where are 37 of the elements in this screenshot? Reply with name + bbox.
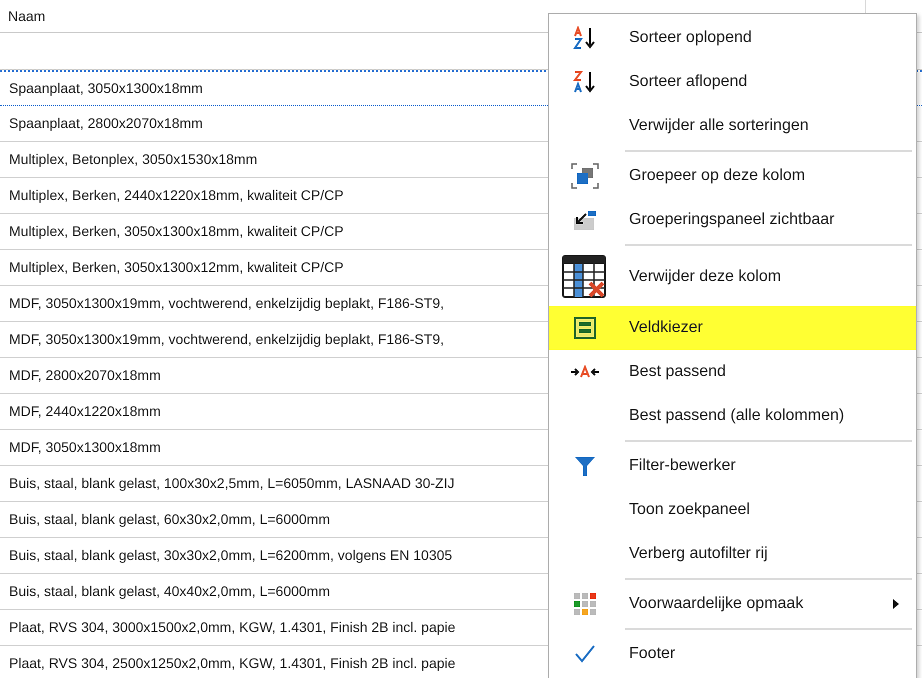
table-cell-text: MDF, 3050x1300x19mm, vochtwerend, enkelzijdig beplakt, F186-ST9, xyxy=(8,330,444,349)
table-cell-text: MDF, 2440x1220x18mm xyxy=(8,402,161,421)
table-cell-text: Spaanplaat, 2800x2070x18mm xyxy=(8,114,203,133)
table-cell-text: MDF, 3050x1300x19mm, vochtwerend, enkelzijdig beplakt, F186-ST9, xyxy=(8,294,444,313)
table-cell-text: Plaat, RVS 304, 3000x1500x2,0mm, KGW, 1.4301, Finish 2B incl. papie xyxy=(8,618,456,637)
group-panel-icon xyxy=(572,208,598,232)
table-cell-text: Buis, staal, blank gelast, 60x30x2,0mm, L=6000mm xyxy=(8,510,330,529)
menu-item[interactable]: Toon zoekpaneel xyxy=(549,488,916,532)
menu-item[interactable]: Verwijder alle sorteringen xyxy=(549,104,916,148)
menu-item[interactable]: Sorteer aflopend xyxy=(549,60,916,104)
table-cell-text: Buis, staal, blank gelast, 30x30x2,0mm, L=6200mm, volgens EN 10305 xyxy=(8,546,452,565)
menu-item[interactable]: Veldkiezer xyxy=(549,306,916,350)
table-cell-text: Plaat, RVS 304, 2500x1250x2,0mm, KGW, 1.4301, Finish 2B incl. papie xyxy=(8,654,456,673)
menu-item[interactable]: Footer xyxy=(549,632,916,676)
menu-item[interactable]: Best passend xyxy=(549,350,916,394)
delete-column-icon xyxy=(562,255,608,299)
table-cell-text: Multiplex, Berken, 3050x1300x12mm, kwaliteit CP/CP xyxy=(8,258,344,277)
group-icon xyxy=(571,163,599,189)
table-cell-text: Spaanplaat, 3050x1300x18mm xyxy=(8,79,203,98)
menu-item[interactable]: Verberg autofilter rij xyxy=(549,532,916,576)
table-cell-text: Buis, staal, blank gelast, 40x40x2,0mm, L=6000mm xyxy=(8,582,330,601)
table-cell-text: Multiplex, Betonplex, 3050x1530x18mm xyxy=(8,150,258,169)
menu-item[interactable]: Best passend (alle kolommen) xyxy=(549,394,916,438)
table-cell-text: Multiplex, Berken, 2440x1220x18mm, kwaliteit CP/CP xyxy=(8,186,344,205)
menu-item[interactable]: Verwijder deze kolom xyxy=(549,248,916,306)
field-chooser-icon xyxy=(574,317,596,339)
color-grid-icon xyxy=(573,592,597,616)
menu-item[interactable]: Groepeer op deze kolom xyxy=(549,154,916,198)
table-cell-text: Buis, staal, blank gelast, 100x30x2,5mm, L=6050mm, LASNAAD 30-ZIJ xyxy=(8,474,454,493)
table-cell-text: MDF, 3050x1300x18mm xyxy=(8,438,161,457)
menu-item[interactable]: Filter-bewerker xyxy=(549,444,916,488)
menu-item[interactable]: Voorwaardelijke opmaak xyxy=(549,582,916,626)
best-fit-icon xyxy=(571,365,599,379)
table-cell-text: Multiplex, Berken, 3050x1300x18mm, kwaliteit CP/CP xyxy=(8,222,344,241)
filter-icon xyxy=(574,455,596,477)
table-cell-text: MDF, 2800x2070x18mm xyxy=(8,366,161,385)
menu-item[interactable]: Groeperingspaneel zichtbaar xyxy=(549,198,916,242)
